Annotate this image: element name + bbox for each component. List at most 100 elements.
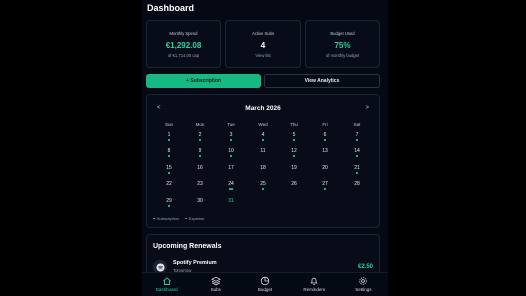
calendar-day[interactable]: 13 xyxy=(315,148,335,158)
tab-settings[interactable]: Settings xyxy=(339,273,388,296)
expense-dot-icon xyxy=(185,217,187,220)
calendar: < March 2026 > Sun Mon Tue Wed Thu Fri Sat 1 2 3 4… xyxy=(146,94,380,228)
home-icon xyxy=(162,277,171,285)
calendar-day[interactable]: 22 xyxy=(159,181,179,191)
card-sub: of monthly budget xyxy=(325,53,360,58)
calendar-day[interactable]: 30 xyxy=(190,198,210,208)
weekday-label: Sun xyxy=(164,122,173,127)
calendar-day[interactable]: 8 xyxy=(159,148,179,158)
calendar-day[interactable]: 4 xyxy=(253,132,273,142)
subscription-dot-icon xyxy=(230,155,232,157)
calendar-day[interactable]: 29 xyxy=(159,198,179,208)
tab-label: Budget xyxy=(257,287,273,292)
day-markers xyxy=(284,138,304,141)
renewal-name: Spotify Premium xyxy=(173,260,217,266)
day-markers xyxy=(190,171,210,174)
calendar-day[interactable]: 27 xyxy=(315,181,335,191)
calendar-day[interactable]: 24 xyxy=(221,181,241,191)
day-markers xyxy=(253,154,273,157)
day-markers xyxy=(190,154,210,157)
app-screen: Dashboard Monthly Spend €1,292.08 of €1,… xyxy=(142,0,388,296)
renewal-amount: €2.50 xyxy=(357,264,373,270)
calendar-day[interactable]: 14 xyxy=(347,148,367,158)
day-markers xyxy=(221,187,241,190)
day-markers xyxy=(347,138,367,141)
day-number: 13 xyxy=(322,148,328,154)
calendar-day[interactable]: 10 xyxy=(221,148,241,158)
legend-expense: Expense xyxy=(188,216,205,221)
calendar-day[interactable]: 2 xyxy=(190,132,210,142)
day-markers xyxy=(221,154,241,157)
next-month-button[interactable]: > xyxy=(365,105,369,111)
calendar-month-title: March 2026 xyxy=(245,105,281,112)
day-markers xyxy=(159,187,179,190)
day-markers xyxy=(159,204,179,207)
card-sub: of €1,714.00 cap xyxy=(167,53,200,58)
weekday-label: Thu xyxy=(290,122,298,127)
day-markers xyxy=(221,138,241,141)
tab-dashboard[interactable]: Dashboard xyxy=(142,273,191,296)
calendar-day[interactable]: 31 xyxy=(221,198,241,208)
monthly-spend-card[interactable]: Monthly Spend €1,292.08 of €1,714.00 cap xyxy=(146,20,221,68)
calendar-day[interactable]: 20 xyxy=(315,165,335,175)
card-label: Budget Used xyxy=(330,31,355,36)
day-number: 30 xyxy=(197,198,203,204)
day-markers xyxy=(315,171,335,174)
calendar-day[interactable]: 18 xyxy=(253,165,273,175)
calendar-day[interactable]: 26 xyxy=(284,181,304,191)
legend-subscription: Subscription xyxy=(156,216,179,221)
subscription-dot-icon xyxy=(231,188,234,190)
calendar-day[interactable]: 5 xyxy=(284,132,304,142)
active-subs-card[interactable]: Active Subs 4 View list xyxy=(225,20,301,68)
card-value: €1,292.08 xyxy=(165,41,202,50)
card-value: 75% xyxy=(334,41,351,50)
day-markers xyxy=(253,138,273,141)
day-number: 16 xyxy=(197,165,203,171)
card-sub: View list xyxy=(255,53,271,58)
subscription-dot-icon xyxy=(293,139,295,141)
calendar-legend: Subscription Expense xyxy=(153,216,204,221)
calendar-day[interactable]: 7 xyxy=(347,132,367,142)
day-number: 31 xyxy=(228,198,234,204)
calendar-day[interactable]: 11 xyxy=(253,148,273,158)
day-markers xyxy=(159,138,179,141)
subscription-dot-icon xyxy=(324,188,326,190)
card-value: 4 xyxy=(260,41,266,50)
subscription-dot-icon xyxy=(168,139,170,141)
calendar-day[interactable]: 16 xyxy=(190,165,210,175)
day-markers xyxy=(284,171,304,174)
calendar-day[interactable]: 6 xyxy=(315,132,335,142)
calendar-day[interactable]: 23 xyxy=(190,181,210,191)
add-subscription-button[interactable]: + Subscription xyxy=(146,74,261,88)
bell-icon xyxy=(310,277,318,285)
calendar-day[interactable]: 17 xyxy=(221,165,241,175)
calendar-day[interactable]: 25 xyxy=(253,181,273,191)
calendar-day[interactable]: 21 xyxy=(347,165,367,175)
layers-icon xyxy=(210,276,221,286)
budget-used-card[interactable]: Budget Used 75% of monthly budget xyxy=(305,20,380,68)
calendar-day[interactable]: 9 xyxy=(190,148,210,158)
day-markers xyxy=(159,171,179,174)
subscription-dot-icon xyxy=(230,139,232,141)
calendar-day[interactable]: 1 xyxy=(159,132,179,142)
day-number: 11 xyxy=(260,148,266,154)
weekday-label: Wed xyxy=(258,122,268,127)
day-number: 19 xyxy=(291,165,297,171)
calendar-day[interactable]: 3 xyxy=(221,132,241,142)
tab-label: Reminders xyxy=(303,287,326,292)
calendar-day[interactable]: 19 xyxy=(284,165,304,175)
calendar-day[interactable]: 15 xyxy=(159,165,179,175)
bottom-tab-bar: Dashboard Subs Budget Reminders Settings xyxy=(142,272,388,296)
tab-budget[interactable]: Budget xyxy=(240,273,289,296)
day-number: 23 xyxy=(197,181,203,187)
view-analytics-button[interactable]: View Analytics xyxy=(264,74,380,88)
subscription-dot-icon xyxy=(153,217,156,220)
calendar-day[interactable]: 28 xyxy=(347,181,367,191)
subscription-dot-icon xyxy=(324,139,326,141)
tab-reminders[interactable]: Reminders xyxy=(290,273,339,296)
calendar-day[interactable]: 12 xyxy=(284,148,304,158)
tab-subs[interactable]: Subs xyxy=(191,273,240,296)
weekday-label: Sat xyxy=(353,122,361,127)
day-markers xyxy=(221,204,241,207)
day-markers xyxy=(315,154,335,157)
